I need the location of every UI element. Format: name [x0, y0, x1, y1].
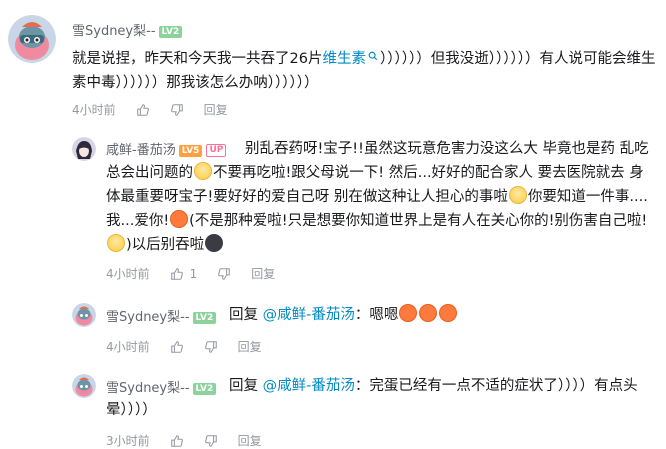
mention-link[interactable]: @咸鲜-番茄汤 — [263, 378, 355, 394]
avatar[interactable] — [72, 374, 96, 398]
emoji-icon — [205, 234, 224, 252]
comment-text: 就是说捏，昨天和今天我一共吞了26片维生素 ））））））但我没逝））））））有人说… — [72, 51, 656, 91]
reply-button[interactable]: 回复 — [238, 338, 262, 355]
mention-link[interactable]: @咸鲜-番茄汤 — [263, 307, 355, 323]
thumb-down-icon — [204, 340, 217, 353]
reply-button[interactable]: 回复 — [238, 432, 262, 449]
thumb-down-icon — [204, 434, 217, 447]
thumb-down-icon — [170, 103, 183, 116]
level-badge: LV2 — [192, 311, 217, 324]
thumb-up-icon — [170, 434, 183, 447]
comment-meta: 4小时前 回复 — [72, 101, 248, 118]
username-text[interactable]: 雪Sydney梨-- — [72, 24, 156, 39]
dislike-button[interactable] — [170, 103, 184, 117]
dislike-button[interactable] — [204, 340, 218, 354]
emoji-icon — [107, 234, 125, 252]
reply-time: 3小时前 — [106, 434, 150, 448]
reply-username[interactable]: 雪Sydney梨-- LV2 — [106, 306, 217, 325]
comment-time: 4小时前 — [72, 103, 116, 117]
level-badge: LV2 — [158, 25, 183, 38]
heart-emoji-icon — [419, 304, 438, 322]
heart-emoji-icon — [170, 210, 189, 228]
search-icon — [368, 51, 378, 61]
thumb-up-icon — [136, 103, 149, 116]
like-button[interactable]: 1 — [170, 266, 198, 281]
heart-emoji-icon — [439, 304, 458, 322]
thumb-up-icon — [170, 267, 183, 280]
reply-meta: 4小时前 回复 — [106, 338, 282, 355]
reply-text: 别乱吞药呀!宝子!!虽然这玩意危害力没这么大 毕竟也是药 乱吃总会出问题的 不要再… — [106, 141, 649, 253]
emoji-icon — [194, 162, 212, 180]
like-count: 1 — [189, 266, 198, 281]
reply-button[interactable]: 回复 — [204, 101, 228, 118]
avatar[interactable] — [8, 15, 56, 63]
comment-username[interactable]: 雪Sydney梨-- LV2 — [72, 20, 183, 39]
dislike-button[interactable] — [204, 434, 218, 448]
reply-time: 4小时前 — [106, 340, 150, 354]
like-button[interactable] — [170, 434, 184, 448]
reply-text: 回复 @咸鲜-番茄汤：嗯嗯 — [229, 303, 659, 327]
reply-meta: 4小时前 1 回复 — [106, 265, 295, 282]
like-button[interactable] — [170, 340, 184, 354]
username-text[interactable]: 雪Sydney梨-- — [106, 310, 190, 325]
search-link[interactable]: 维生素 — [322, 51, 380, 67]
reply-time: 4小时前 — [106, 267, 150, 281]
avatar[interactable] — [72, 137, 96, 161]
dislike-button[interactable] — [217, 267, 231, 281]
reply-button[interactable]: 回复 — [251, 265, 275, 282]
thumb-up-icon — [170, 340, 183, 353]
like-button[interactable] — [136, 103, 150, 117]
avatar[interactable] — [72, 303, 96, 327]
thumb-down-icon — [218, 267, 231, 280]
emoji-icon — [508, 186, 527, 204]
heart-emoji-icon — [399, 304, 418, 322]
reply-text: 回复 @咸鲜-番茄汤：完蛋已经有一点不适的症状了））））有点头晕）））） — [106, 378, 638, 418]
reply-meta: 3小时前 回复 — [106, 432, 282, 449]
